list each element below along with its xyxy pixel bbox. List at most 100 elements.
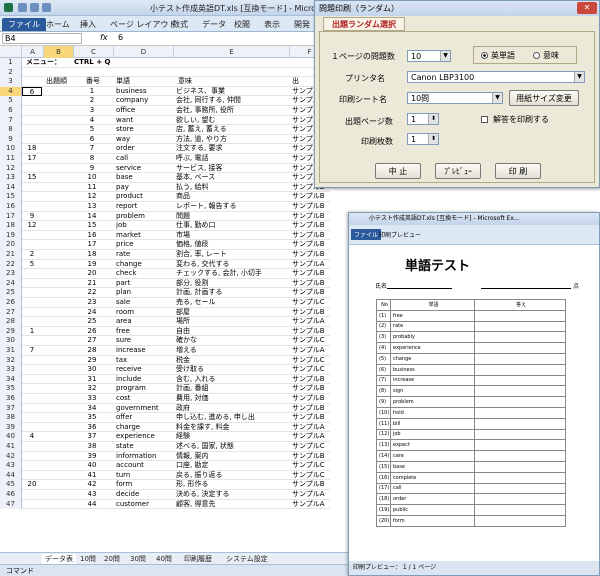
- number-cell[interactable]: 2: [74, 96, 110, 106]
- word-cell[interactable]: office: [116, 106, 174, 116]
- row-number[interactable]: 29: [0, 326, 22, 337]
- order-cell[interactable]: [22, 135, 42, 145]
- meaning-cell[interactable]: 部屋: [176, 308, 288, 318]
- row-number[interactable]: 42: [0, 451, 22, 462]
- number-cell[interactable]: 10: [74, 173, 110, 183]
- group-cell[interactable]: サンプルB: [292, 279, 330, 289]
- word-cell[interactable]: turn: [116, 471, 174, 481]
- meaning-cell[interactable]: 形, 形作る: [176, 480, 288, 490]
- order-cell[interactable]: [22, 231, 42, 241]
- word-cell[interactable]: program: [116, 384, 174, 394]
- column-header[interactable]: E: [174, 46, 290, 58]
- order-cell[interactable]: [22, 183, 42, 193]
- row-number[interactable]: 15: [0, 192, 22, 202]
- meaning-cell[interactable]: 場所: [176, 317, 288, 327]
- word-cell[interactable]: cost: [116, 394, 174, 404]
- number-cell[interactable]: 27: [74, 336, 110, 346]
- row-number[interactable]: 33: [0, 365, 22, 375]
- sheet-tab[interactable]: データ表: [42, 554, 76, 564]
- group-cell[interactable]: サンプルB: [292, 288, 330, 298]
- pages-spinner[interactable]: 1 ⬍: [407, 113, 439, 125]
- tab-random-select[interactable]: 出題ランダム選択: [323, 17, 405, 31]
- order-cell[interactable]: [22, 125, 42, 135]
- group-cell[interactable]: サンプルC: [292, 442, 330, 452]
- order-cell[interactable]: [22, 240, 42, 250]
- row-number[interactable]: 16: [0, 202, 22, 212]
- save-icon[interactable]: [18, 3, 27, 12]
- number-cell[interactable]: 20: [74, 269, 110, 279]
- row-number[interactable]: 3: [0, 77, 22, 87]
- meaning-cell[interactable]: サービス, 接客: [176, 164, 288, 174]
- row-number[interactable]: 25: [0, 288, 22, 298]
- meaning-cell[interactable]: 方法, 道, やり方: [176, 135, 288, 145]
- word-cell[interactable]: offer: [116, 413, 174, 423]
- meaning-cell[interactable]: 呼ぶ, 電話: [176, 154, 288, 164]
- chevron-down-icon[interactable]: ▼: [440, 51, 450, 61]
- row-number[interactable]: 23: [0, 269, 22, 279]
- number-cell[interactable]: 22: [74, 288, 110, 298]
- order-cell[interactable]: 17: [22, 154, 42, 164]
- undo-icon[interactable]: [30, 3, 39, 12]
- meaning-cell[interactable]: 欲しい, 望む: [176, 116, 288, 126]
- row-number[interactable]: 27: [0, 307, 22, 318]
- row-number[interactable]: 20: [0, 240, 22, 250]
- word-cell[interactable]: market: [116, 231, 174, 241]
- order-cell[interactable]: [22, 471, 42, 481]
- tab-page-layout[interactable]: ページ レイアウト: [110, 18, 176, 31]
- q-per-page-select[interactable]: 10 ▼: [407, 50, 451, 62]
- group-cell[interactable]: サンプルB: [292, 327, 330, 337]
- meaning-cell[interactable]: 注文する, 要求: [176, 144, 288, 154]
- word-cell[interactable]: check: [116, 269, 174, 279]
- meaning-cell[interactable]: 税金: [176, 356, 288, 366]
- meaning-cell[interactable]: 問題: [176, 212, 288, 222]
- order-cell[interactable]: [22, 192, 42, 202]
- number-cell[interactable]: 21: [74, 279, 110, 289]
- number-cell[interactable]: 44: [74, 500, 110, 510]
- word-cell[interactable]: part: [116, 279, 174, 289]
- number-cell[interactable]: 18: [74, 250, 110, 260]
- word-cell[interactable]: free: [116, 327, 174, 337]
- column-header[interactable]: B: [44, 46, 74, 58]
- row-number[interactable]: 34: [0, 374, 22, 385]
- group-cell[interactable]: サンプルB: [292, 452, 330, 462]
- meaning-cell[interactable]: 会社, 事務所, 役所: [176, 106, 288, 116]
- word-cell[interactable]: base: [116, 173, 174, 183]
- word-cell[interactable]: government: [116, 404, 174, 414]
- group-cell[interactable]: サンプルC: [292, 365, 330, 375]
- number-cell[interactable]: 6: [74, 135, 110, 145]
- order-cell[interactable]: [22, 394, 42, 404]
- row-number[interactable]: 44: [0, 470, 22, 481]
- order-cell[interactable]: [22, 356, 42, 366]
- meaning-cell[interactable]: 変わる, 交代する: [176, 260, 288, 270]
- group-cell[interactable]: サンプルA: [292, 317, 330, 327]
- word-cell[interactable]: way: [116, 135, 174, 145]
- row-number[interactable]: 41: [0, 442, 22, 452]
- chevron-down-icon[interactable]: ▼: [574, 72, 584, 82]
- meaning-cell[interactable]: 述べる, 国家, 状態: [176, 442, 288, 452]
- group-cell[interactable]: サンプルC: [292, 461, 330, 471]
- row-number[interactable]: 43: [0, 461, 22, 471]
- preview-file-tab[interactable]: ファイル: [351, 229, 382, 240]
- meaning-cell[interactable]: 計画, 計画する: [176, 288, 288, 298]
- meaning-cell[interactable]: チェックする, 会計, 小切手: [176, 269, 288, 279]
- row-number[interactable]: 24: [0, 278, 22, 289]
- order-cell[interactable]: 1: [22, 327, 42, 337]
- row-number[interactable]: 11: [0, 154, 22, 164]
- radio-english[interactable]: [481, 52, 488, 59]
- word-cell[interactable]: decide: [116, 490, 174, 500]
- number-cell[interactable]: 17: [74, 240, 110, 250]
- group-cell[interactable]: サンプルB: [292, 269, 330, 279]
- number-cell[interactable]: 5: [74, 125, 110, 135]
- row-number[interactable]: 28: [0, 317, 22, 327]
- word-cell[interactable]: form: [116, 480, 174, 490]
- group-cell[interactable]: サンプルB: [292, 221, 330, 231]
- meaning-cell[interactable]: 費用, 対価: [176, 394, 288, 404]
- order-cell[interactable]: 5: [22, 260, 42, 270]
- radio-meaning[interactable]: [533, 52, 540, 59]
- row-number[interactable]: 14: [0, 182, 22, 193]
- word-cell[interactable]: service: [116, 164, 174, 174]
- word-cell[interactable]: information: [116, 452, 174, 462]
- word-cell[interactable]: company: [116, 96, 174, 106]
- number-cell[interactable]: 12: [74, 192, 110, 202]
- order-cell[interactable]: [22, 116, 42, 126]
